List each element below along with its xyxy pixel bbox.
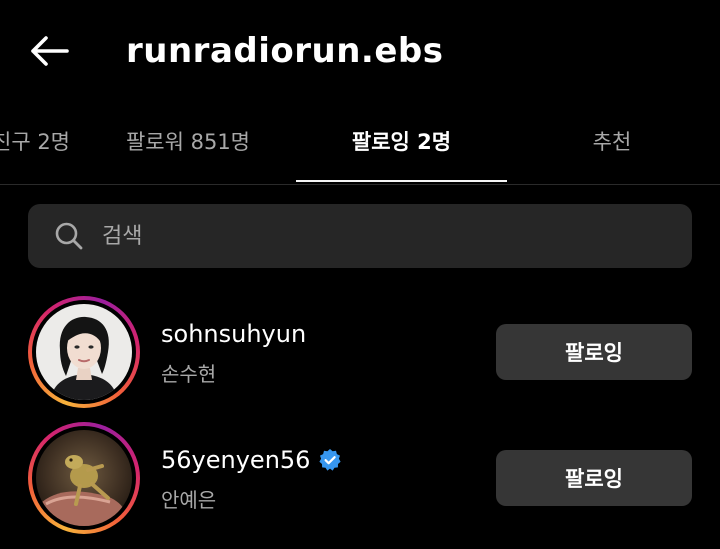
story-ring[interactable] xyxy=(28,422,140,534)
list-item-user[interactable]: 56yenyen56 안예은 팔로잉 xyxy=(0,422,720,536)
verified-badge-icon xyxy=(319,449,342,471)
back-arrow-icon xyxy=(31,36,69,66)
profile-username-title: runradiorun.ebs xyxy=(126,31,444,71)
active-tab-indicator xyxy=(296,180,507,182)
back-button[interactable] xyxy=(22,28,76,74)
tab-followers[interactable]: 팔로워 851명 xyxy=(108,104,268,182)
follow-tabs: 친구 2명 팔로워 851명 팔로잉 2명 추천 xyxy=(0,104,720,185)
username[interactable]: 56yenyen56 xyxy=(161,446,342,474)
story-ring[interactable] xyxy=(28,296,140,408)
username[interactable]: sohnsuhyun xyxy=(161,320,306,348)
following-button[interactable]: 팔로잉 xyxy=(496,324,692,380)
tab-suggested[interactable]: 추천 xyxy=(560,104,664,182)
username-text[interactable]: 56yenyen56 xyxy=(161,446,310,474)
avatar xyxy=(36,430,132,526)
tab-following[interactable]: 팔로잉 2명 xyxy=(296,104,507,182)
following-button[interactable]: 팔로잉 xyxy=(496,450,692,506)
avatar xyxy=(36,304,132,400)
full-name: 안예은 xyxy=(161,488,217,512)
search-bar[interactable] xyxy=(28,204,692,268)
tab-friends[interactable]: 친구 2명 xyxy=(0,104,76,182)
username-text[interactable]: sohnsuhyun xyxy=(161,320,306,348)
search-icon xyxy=(55,222,83,250)
list-item-user[interactable]: sohnsuhyun 손수현 팔로잉 xyxy=(0,296,720,410)
full-name: 손수현 xyxy=(161,362,217,386)
top-bar: runradiorun.ebs xyxy=(0,0,720,100)
search-input[interactable] xyxy=(100,222,624,250)
